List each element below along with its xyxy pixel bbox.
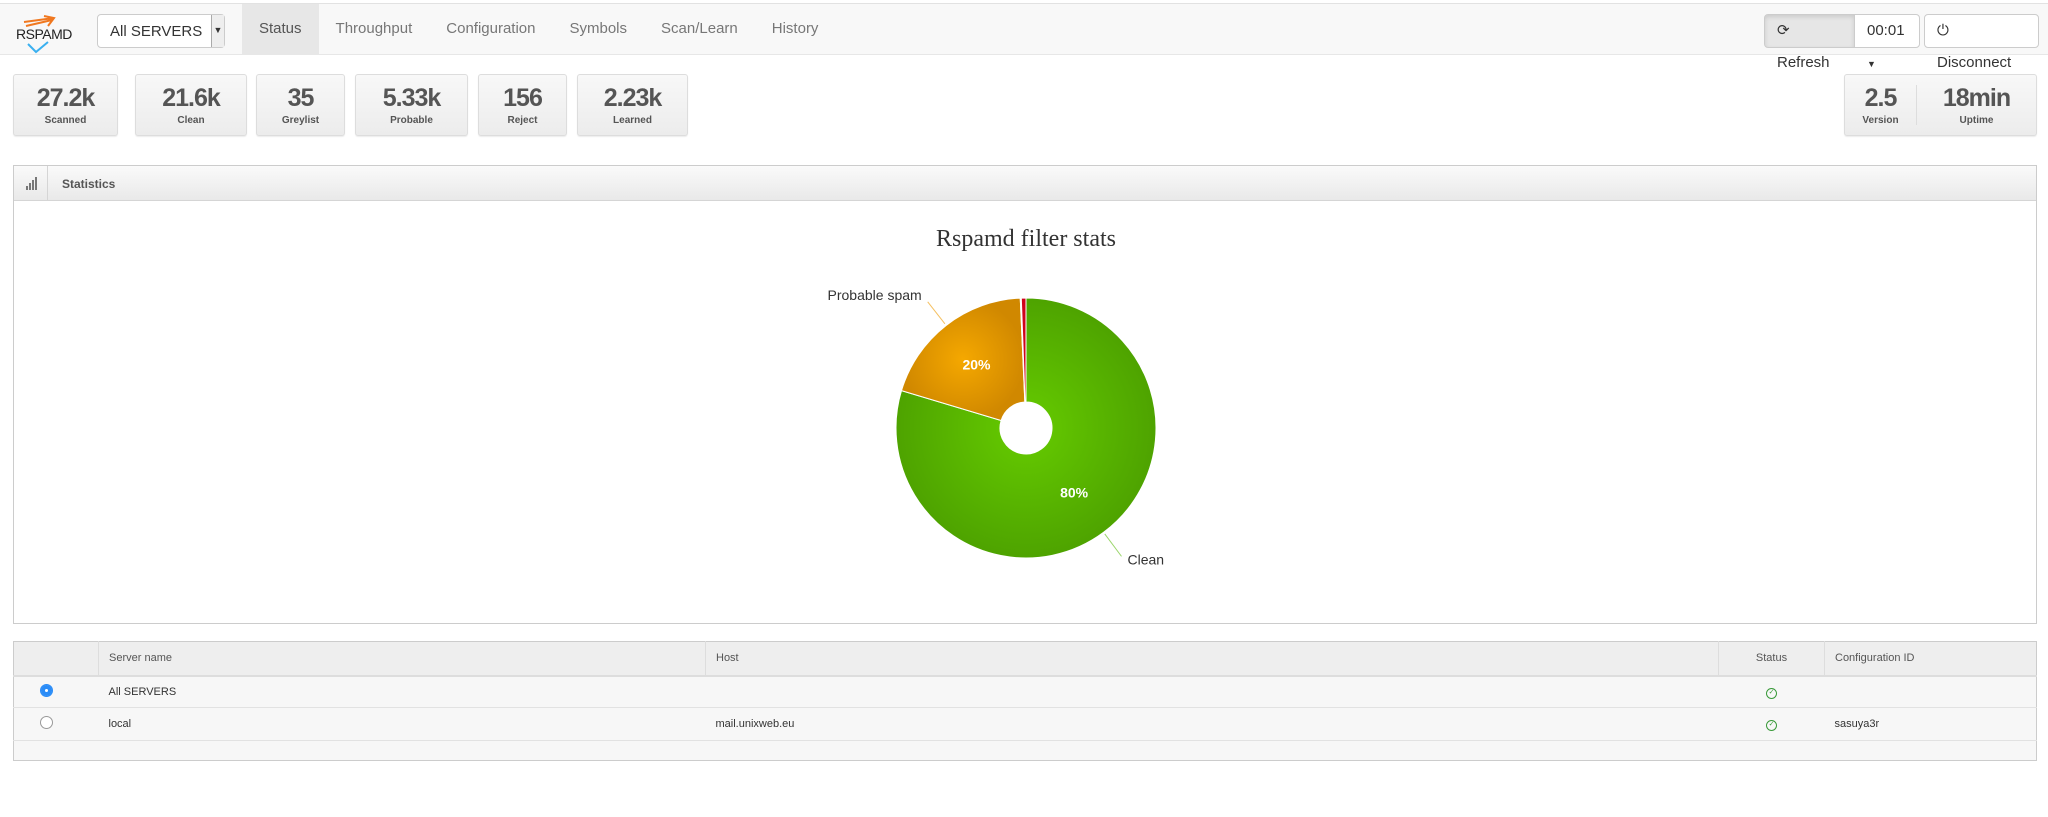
- check-circle-icon: ✓: [1766, 687, 1777, 699]
- tab-status[interactable]: Status: [242, 4, 319, 54]
- stat-value: 2.23k: [603, 84, 663, 112]
- table-filler: [13, 740, 2037, 761]
- config-id: sasuya3r: [1824, 707, 2037, 741]
- pie-connector: [927, 301, 946, 325]
- stat-label: Probable: [390, 115, 433, 126]
- navbar: RSPAMD All SERVERS ▼ Status Throughput Co…: [0, 3, 2048, 71]
- stat-learned: 2.23k Learned: [577, 74, 688, 136]
- config-id: [1824, 675, 2037, 708]
- stat-version: 2.5 Version: [1845, 84, 1917, 126]
- main-tabs: Status Throughput Configuration Symbols …: [242, 4, 835, 54]
- table-header: Server name Host Status Configuration ID: [13, 641, 2037, 677]
- panel-title: Statistics: [62, 177, 116, 191]
- stat-value: 27.2k: [36, 84, 96, 112]
- col-status[interactable]: Status: [1718, 641, 1825, 677]
- tab-scan-learn[interactable]: Scan/Learn: [644, 4, 755, 54]
- stat-probable: 5.33k Probable: [355, 74, 468, 136]
- disconnect-label: Disconnect: [1937, 54, 2012, 71]
- stat-label: Reject: [507, 115, 538, 126]
- refresh-icon: ⟳: [1777, 22, 1790, 39]
- stat-label: Greylist: [281, 115, 320, 126]
- tab-configuration[interactable]: Configuration: [429, 4, 552, 54]
- tab-history[interactable]: History: [755, 4, 836, 54]
- stat-value: 35: [287, 84, 315, 112]
- panel-header: Statistics: [14, 166, 2036, 201]
- pie-name-label: Probable spam: [828, 287, 922, 303]
- table-row[interactable]: All SERVERS ✓: [13, 675, 2037, 708]
- refresh-button[interactable]: ⟳ Refresh: [1764, 14, 1855, 71]
- tab-symbols[interactable]: Symbols: [553, 4, 645, 54]
- pie-chart: Rspamd filter stats 80% Clean 20% Probable …: [828, 226, 1165, 567]
- stat-label: Version: [1862, 115, 1899, 126]
- stat-label: Learned: [613, 115, 652, 126]
- stat-value: 18min: [1942, 84, 2011, 112]
- statistics-panel: Statistics Rspamd filter stats 80% Clean 2…: [13, 165, 2037, 624]
- pie-connector: [1104, 533, 1122, 557]
- pie-percent-label: 80%: [1060, 485, 1089, 501]
- servers-table: Server name Host Status Configuration ID…: [13, 641, 2037, 761]
- table-row[interactable]: local mail.unixweb.eu ✓ sasuya3r: [13, 707, 2037, 741]
- col-select: [13, 641, 99, 677]
- stat-greylist: 35 Greylist: [256, 74, 345, 136]
- stat-reject: 156 Reject: [478, 74, 567, 136]
- stat-scanned: 27.2k Scanned: [13, 74, 118, 136]
- caret-down-icon: ▼: [211, 15, 224, 47]
- signal-bars-icon: [14, 166, 48, 200]
- chart-area: Rspamd filter stats 80% Clean 20% Probable …: [14, 211, 2036, 611]
- refresh-label: Refresh: [1777, 54, 1830, 71]
- server-select[interactable]: All SERVERS ▼: [97, 14, 225, 48]
- stat-label: Uptime: [1959, 115, 1994, 126]
- stat-value: 21.6k: [162, 84, 221, 112]
- server-radio[interactable]: [40, 683, 53, 697]
- server-name: All SERVERS: [98, 675, 706, 708]
- interval-dropdown[interactable]: 00:01 ▼: [1854, 14, 1920, 69]
- server-host: [705, 675, 1719, 708]
- server-name: local: [98, 707, 706, 741]
- col-host[interactable]: Host: [705, 641, 1719, 677]
- server-select-value: All SERVERS: [110, 23, 203, 40]
- server-host: mail.unixweb.eu: [705, 707, 1719, 741]
- logo-text: RSPAMD: [16, 26, 72, 42]
- interval-value: 00:01: [1867, 22, 1905, 39]
- stat-label: Clean: [177, 115, 205, 126]
- info-box: 2.5 Version 18min Uptime: [1844, 74, 2037, 136]
- pie-percent-label: 20%: [962, 356, 991, 372]
- rspamd-logo[interactable]: RSPAMD: [14, 14, 78, 54]
- pie-name-label: Clean: [1127, 551, 1164, 567]
- stat-clean: 21.6k Clean: [135, 74, 247, 136]
- stat-uptime: 18min Uptime: [1917, 84, 2036, 126]
- tab-throughput[interactable]: Throughput: [319, 4, 430, 54]
- col-config-id[interactable]: Configuration ID: [1824, 641, 2037, 677]
- caret-down-icon: ▼: [1867, 59, 1876, 69]
- stat-label: Scanned: [44, 115, 87, 126]
- server-radio[interactable]: [40, 716, 53, 729]
- col-server-name[interactable]: Server name: [98, 641, 706, 677]
- stat-value: 156: [503, 84, 543, 112]
- disconnect-button[interactable]: ⏻ Disconnect: [1924, 14, 2039, 71]
- check-circle-icon: ✓: [1766, 720, 1777, 731]
- stat-value: 5.33k: [382, 84, 442, 112]
- stat-value: 2.5: [1864, 84, 1898, 112]
- power-icon: ⏻: [1937, 22, 1949, 39]
- chart-title: Rspamd filter stats: [936, 226, 1116, 252]
